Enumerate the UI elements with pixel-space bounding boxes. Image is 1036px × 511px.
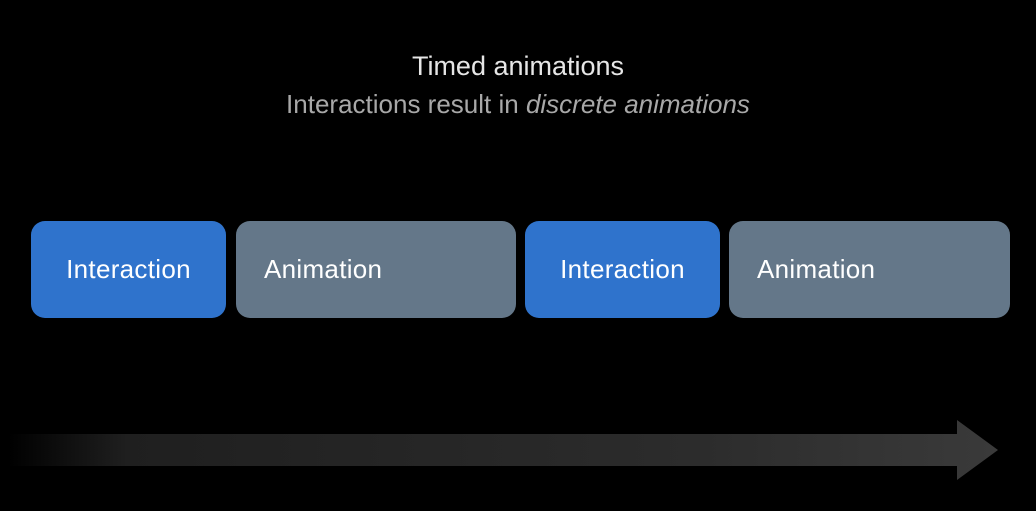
slide-subtitle: Interactions result in discrete animatio… — [0, 88, 1036, 120]
time-arrow-shape — [8, 420, 998, 480]
subtitle-emphasis-text: discrete animations — [525, 89, 750, 119]
interaction-block-2: Interaction — [525, 221, 720, 318]
slide: Timed animations Interactions result in … — [0, 0, 1036, 511]
animation-block-2: Animation — [729, 221, 1010, 318]
animation-block-1: Animation — [236, 221, 516, 318]
time-arrow-icon — [8, 420, 998, 480]
slide-title: Timed animations — [411, 51, 625, 81]
subtitle-plain-text: Interactions result in — [286, 89, 526, 119]
interaction-block-1: Interaction — [31, 221, 226, 318]
